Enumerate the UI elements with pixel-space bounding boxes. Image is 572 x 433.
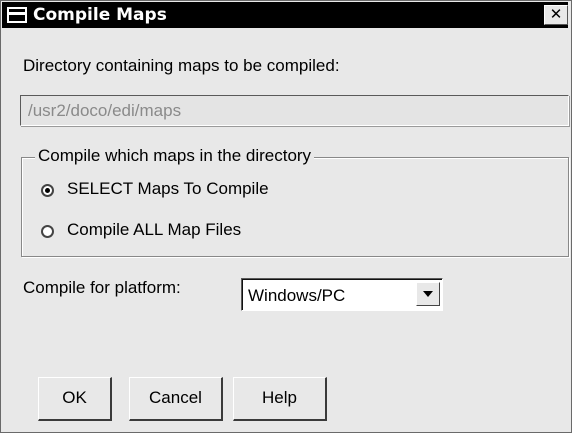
platform-value: Windows/PC [248,286,346,305]
system-menu-icon[interactable] [7,7,27,23]
close-icon[interactable]: ✕ [544,5,568,25]
directory-label: Directory containing maps to be compiled… [23,56,340,75]
platform-select[interactable]: Windows/PC [241,278,443,311]
radio-button-select-maps[interactable] [41,184,54,197]
window-title: Compile Maps [33,5,167,25]
help-button[interactable]: Help [233,377,327,421]
cancel-button[interactable]: Cancel [129,377,223,421]
chevron-down-icon[interactable] [416,282,440,306]
radio-label-compile-all[interactable]: Compile ALL Map Files [67,220,241,240]
title-bar[interactable]: Compile Maps ✕ [2,2,568,28]
directory-field[interactable]: /usr2/doco/edi/maps [20,95,569,126]
ok-button[interactable]: OK [38,377,112,421]
compile-options-group [21,157,569,257]
platform-label: Compile for platform: [23,278,181,297]
compile-maps-dialog: Compile Maps ✕ Directory containing maps… [0,0,572,433]
compile-options-legend: Compile which maps in the directory [35,146,315,166]
directory-value: /usr2/doco/edi/maps [28,101,182,120]
radio-label-select-maps[interactable]: SELECT Maps To Compile [67,179,269,199]
radio-button-compile-all[interactable] [41,225,54,238]
radio-selected-dot [45,188,50,193]
